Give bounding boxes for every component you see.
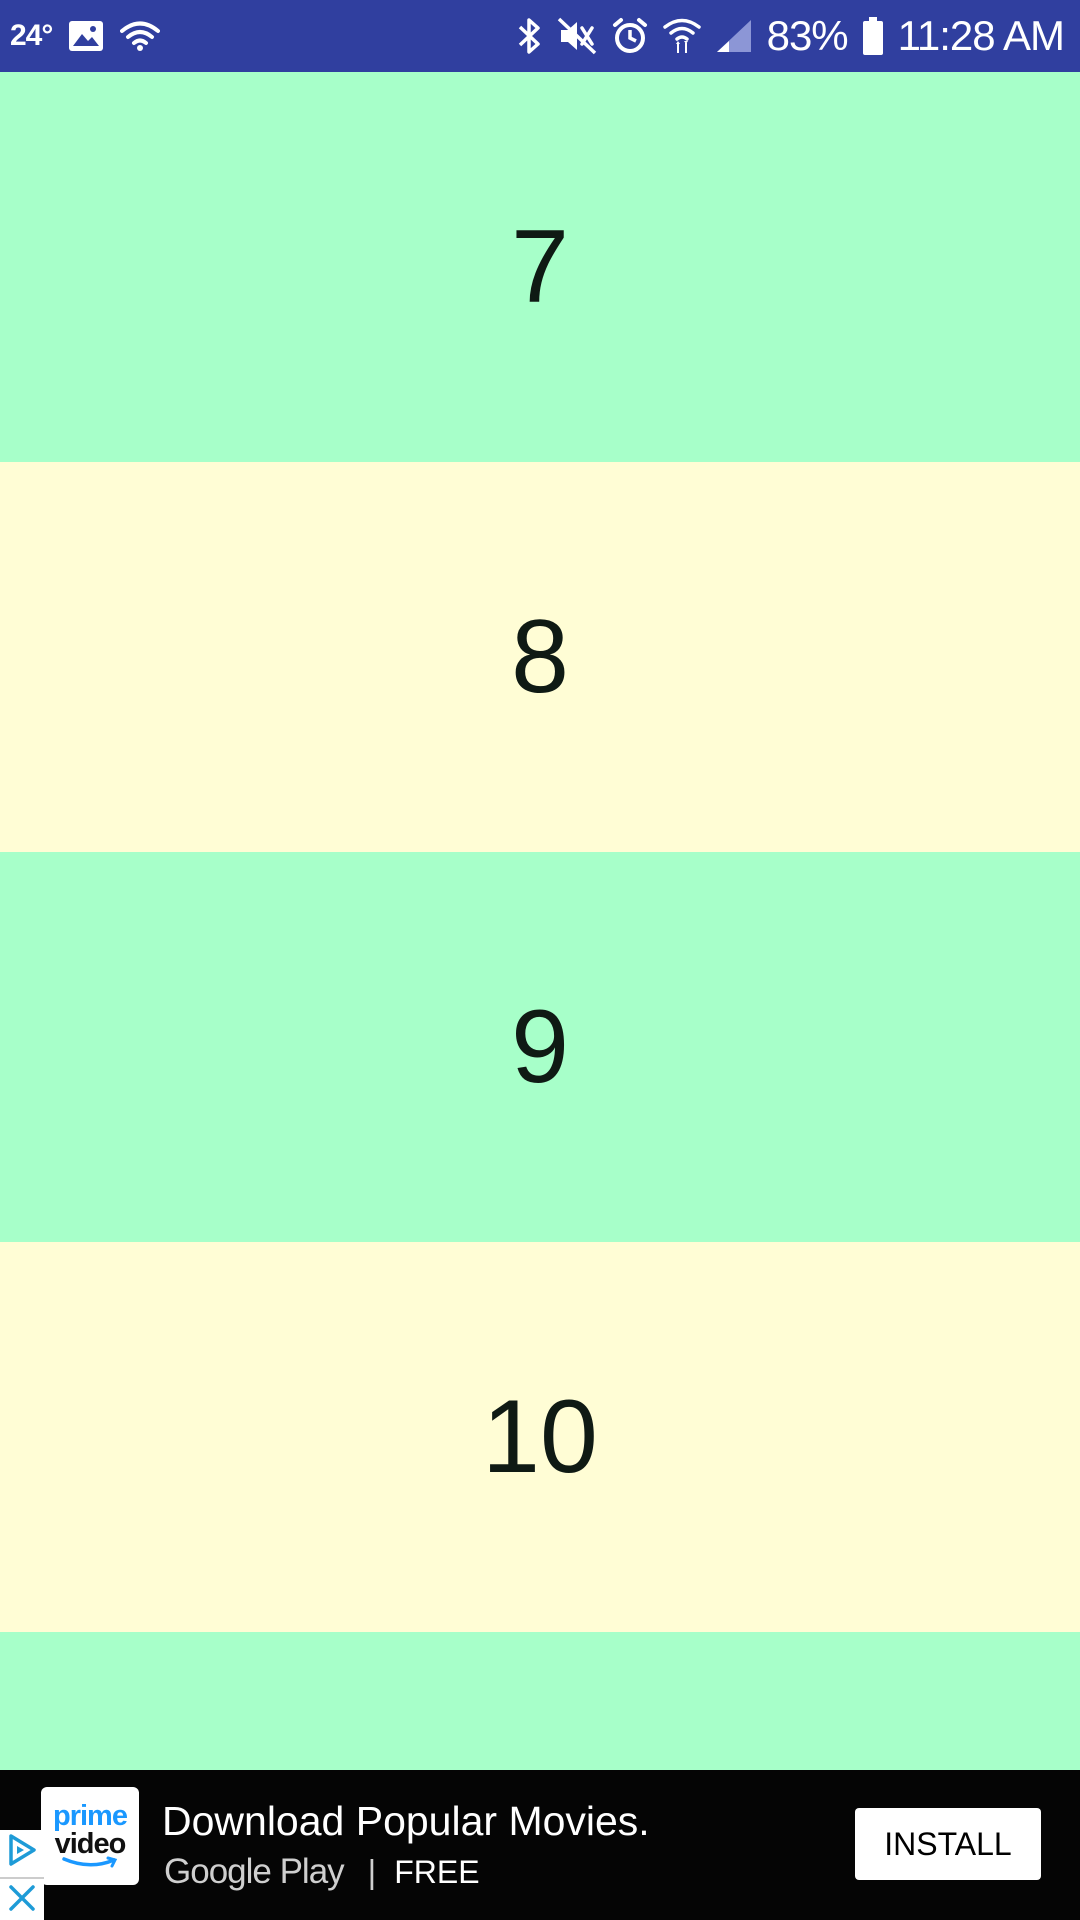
bluetooth-icon bbox=[517, 17, 543, 55]
ad-headline[interactable]: Download Popular Movies. bbox=[162, 1798, 650, 1845]
wifi-data-icon bbox=[662, 17, 701, 55]
ad-logo-text-top: prime bbox=[53, 1800, 128, 1832]
status-bar: 24° 83% 11:28 AM bbox=[0, 0, 1080, 72]
clock: 11:28 AM bbox=[897, 12, 1065, 59]
close-icon[interactable] bbox=[7, 1883, 37, 1918]
ad-logo-text-bottom: video bbox=[54, 1828, 127, 1860]
wifi-icon bbox=[120, 20, 161, 52]
battery-percent: 83% bbox=[766, 12, 849, 59]
adchoices-icon[interactable] bbox=[6, 1832, 38, 1873]
number-list[interactable]: 7 8 9 10 bbox=[0, 72, 1080, 1770]
status-bar-left: 24° bbox=[10, 19, 161, 53]
ad-banner[interactable]: prime video Download Popular Movies. Goo… bbox=[0, 1770, 1080, 1920]
list-item[interactable] bbox=[0, 1632, 1080, 1770]
status-bar-right: 83% 11:28 AM bbox=[517, 12, 1065, 60]
ad-app-logo[interactable]: prime video bbox=[41, 1787, 139, 1885]
list-item[interactable]: 9 bbox=[0, 852, 1080, 1242]
list-item[interactable]: 8 bbox=[0, 462, 1080, 852]
battery-icon bbox=[862, 16, 884, 56]
ad-store-name: Google Play bbox=[164, 1852, 345, 1891]
temperature: 24° bbox=[10, 19, 53, 52]
list-item[interactable]: 10 bbox=[0, 1242, 1080, 1632]
alarm-icon bbox=[611, 17, 649, 55]
ad-price: FREE bbox=[394, 1853, 480, 1890]
ad-choices-divider bbox=[0, 1877, 44, 1879]
smile-arrow-icon bbox=[62, 1856, 118, 1868]
list-item[interactable]: 7 bbox=[0, 72, 1080, 462]
mute-icon bbox=[557, 17, 597, 55]
screen: 24° 83% 11:28 AM 7 8 9 10 prime video Do… bbox=[0, 0, 1080, 1920]
signal-icon bbox=[715, 18, 753, 54]
ad-choices[interactable] bbox=[0, 1830, 44, 1920]
ad-subline: Google Play | FREE bbox=[164, 1852, 480, 1892]
image-icon bbox=[68, 20, 104, 52]
install-button[interactable]: INSTALL bbox=[855, 1808, 1041, 1880]
ad-separator: | bbox=[367, 1853, 377, 1890]
